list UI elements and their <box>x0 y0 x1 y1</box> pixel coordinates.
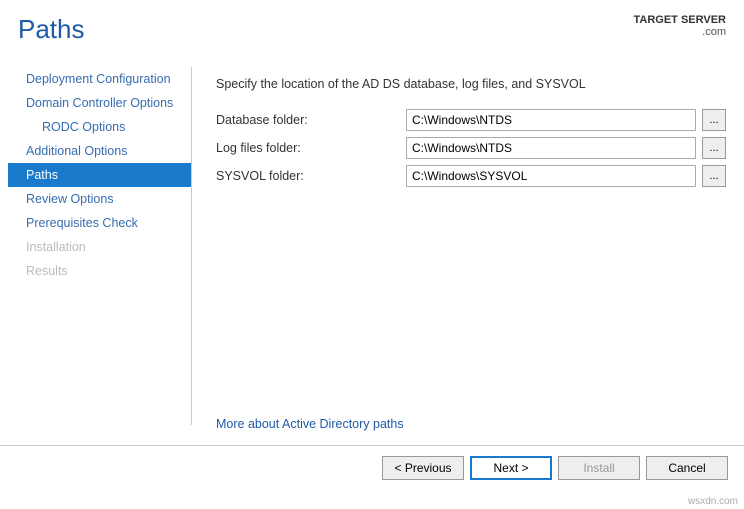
log-files-folder-label: Log files folder: <box>216 141 406 155</box>
sidebar-item-additional-options[interactable]: Additional Options <box>8 139 192 163</box>
database-folder-input[interactable] <box>406 109 696 131</box>
footer: < Previous Next > Install Cancel <box>0 445 744 490</box>
sidebar-item-deployment-configuration[interactable]: Deployment Configuration <box>8 67 192 91</box>
sidebar: Deployment Configuration Domain Controll… <box>0 55 192 445</box>
sidebar-item-prerequisites-check[interactable]: Prerequisites Check <box>8 211 192 235</box>
sidebar-item-results: Results <box>8 259 192 283</box>
sidebar-item-review-options[interactable]: Review Options <box>8 187 192 211</box>
previous-button[interactable]: < Previous <box>382 456 464 480</box>
target-server-label: TARGET SERVER <box>634 14 727 26</box>
target-server-block: TARGET SERVER .com <box>634 14 727 38</box>
sysvol-folder-label: SYSVOL folder: <box>216 169 406 183</box>
target-server-name: .com <box>634 26 727 38</box>
sidebar-item-domain-controller-options[interactable]: Domain Controller Options <box>8 91 192 115</box>
sysvol-folder-input[interactable] <box>406 165 696 187</box>
description-text: Specify the location of the AD DS databa… <box>216 77 726 91</box>
sidebar-item-rodc-options[interactable]: RODC Options <box>8 115 192 139</box>
sysvol-folder-browse-button[interactable]: ... <box>702 165 726 187</box>
watermark: wsxdn.com <box>688 496 738 507</box>
main-panel: Specify the location of the AD DS databa… <box>192 55 744 445</box>
sidebar-item-paths[interactable]: Paths <box>8 163 192 187</box>
next-button[interactable]: Next > <box>470 456 552 480</box>
database-folder-browse-button[interactable]: ... <box>702 109 726 131</box>
log-files-folder-input[interactable] <box>406 137 696 159</box>
cancel-button[interactable]: Cancel <box>646 456 728 480</box>
sidebar-item-installation: Installation <box>8 235 192 259</box>
install-button: Install <box>558 456 640 480</box>
page-title: Paths <box>18 14 85 45</box>
database-folder-label: Database folder: <box>216 113 406 127</box>
log-files-folder-browse-button[interactable]: ... <box>702 137 726 159</box>
more-about-link[interactable]: More about Active Directory paths <box>216 417 404 431</box>
